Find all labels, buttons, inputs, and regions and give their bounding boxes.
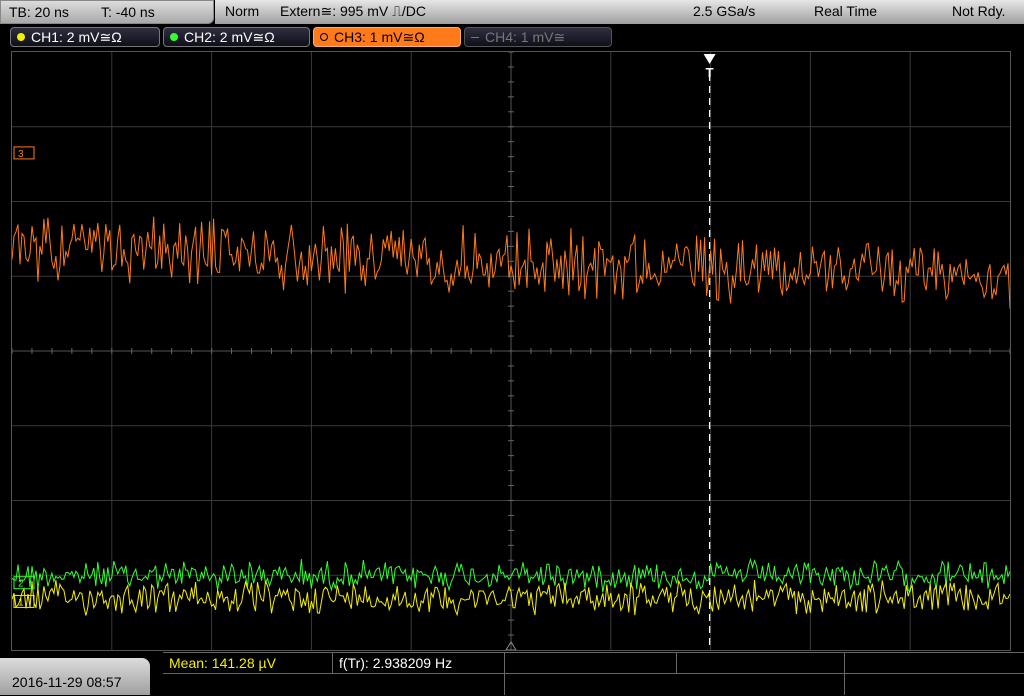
ch4-indicator-icon	[471, 37, 479, 38]
waveform-svg: T 3 2 1	[11, 51, 1011, 651]
channel-tab-ch3[interactable]: CH3: 1 mV≅Ω	[313, 27, 461, 47]
timebase-label: TB: 20 ns	[9, 4, 69, 20]
trigger-label: T	[706, 65, 714, 80]
channel-tab-ch4[interactable]: CH4: 1 mV≅	[464, 27, 612, 47]
trigger-status: Not Rdy.	[952, 3, 1006, 19]
channel-tab-ch2[interactable]: CH2: 2 mV≅Ω	[163, 27, 310, 47]
datetime-box: 2016-11-29 08:57	[0, 658, 150, 695]
measurement-panel[interactable]: Mean: 141.28 µV f(Tr): 2.938209 Hz	[163, 652, 1024, 696]
sample-rate: 2.5 GSa/s	[693, 3, 756, 19]
datetime-label: 2016-11-29 08:57	[12, 674, 122, 690]
trigger-position-marker[interactable]	[703, 54, 716, 64]
trigger-source: Extern≅: 995 mV ⎍/DC	[280, 3, 427, 19]
trigger-position-label: T: -40 ns	[101, 4, 155, 20]
ch1-label: CH1: 2 mV≅Ω	[31, 29, 122, 45]
ch2-indicator-icon	[170, 33, 178, 41]
trigger-frequency: f(Tr): 2.938209 Hz	[339, 655, 453, 671]
trigger-mode: Norm	[225, 3, 260, 19]
waveform-display[interactable]: T 3 2 1	[11, 51, 1011, 651]
svg-text:2: 2	[18, 579, 24, 590]
ch1-indicator-icon	[17, 33, 25, 41]
graticule-grid	[11, 51, 1011, 651]
trigger-bar[interactable]: Norm Extern≅: 995 mV ⎍/DC 2.5 GSa/s Real…	[215, 0, 1024, 24]
ch3-offset-marker[interactable]: 3	[13, 146, 35, 160]
top-bar: TB: 20 ns T: -40 ns Norm Extern≅: 995 mV…	[0, 0, 1024, 24]
svg-text:1: 1	[18, 597, 24, 608]
ch3-label: CH3: 1 mV≅Ω	[334, 29, 425, 45]
mean-measurement: Mean: 141.28 µV	[169, 655, 276, 671]
channel-tabs: CH1: 2 mV≅Ω CH2: 2 mV≅Ω CH3: 1 mV≅Ω CH4:…	[0, 26, 1024, 48]
ch2-label: CH2: 2 mV≅Ω	[184, 29, 275, 45]
ch4-label: CH4: 1 mV≅	[485, 29, 566, 45]
ch3-indicator-icon	[320, 33, 328, 41]
acquisition-mode: Real Time	[814, 3, 878, 19]
bottom-bar: 2016-11-29 08:57 Mean: 141.28 µV f(Tr): …	[0, 652, 1024, 695]
svg-text:3: 3	[18, 149, 24, 160]
timebase-box[interactable]: TB: 20 ns T: -40 ns	[0, 0, 214, 24]
channel-tab-ch1[interactable]: CH1: 2 mV≅Ω	[10, 27, 160, 47]
